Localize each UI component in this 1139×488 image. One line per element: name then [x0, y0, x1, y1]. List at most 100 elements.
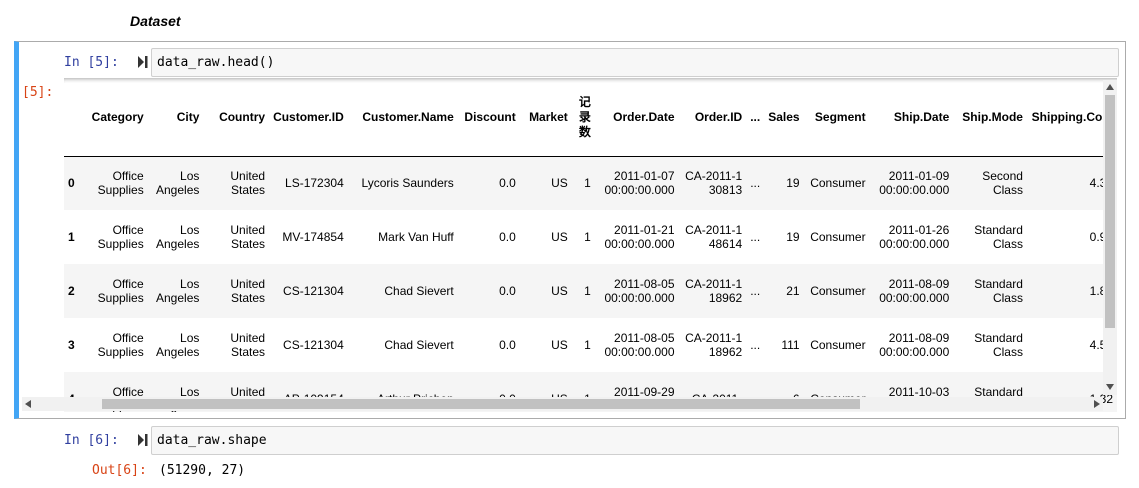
- row-index: 0: [68, 176, 75, 191]
- table-cell: Los Angeles: [156, 223, 200, 251]
- table-cell: 0.0: [499, 284, 516, 298]
- table-cell: CA-2011-148614: [685, 223, 743, 251]
- table-cell: ...: [750, 338, 761, 352]
- table-cell: 1: [584, 338, 591, 352]
- output-prompt-6: Out[6]:: [92, 463, 147, 478]
- output-prompt-5: [5]:: [22, 85, 54, 100]
- table-row: 3 Office Supplies Los Angeles United States…: [64, 318, 1117, 372]
- dataframe-output[interactable]: Category City Country Customer.ID Customer.N…: [64, 80, 1117, 412]
- table-cell: United States: [230, 223, 266, 251]
- table-cell: Office Supplies: [97, 169, 144, 198]
- table-cell: 19: [786, 176, 800, 191]
- table-cell: United States: [230, 169, 266, 198]
- table-cell: 2011-01-21 00:00:00.000: [604, 223, 675, 251]
- column-header: Customer.ID: [269, 80, 348, 157]
- table-row: 0 Office Supplies Los Angeles United States…: [64, 156, 1117, 210]
- table-cell: MV-174854: [282, 230, 344, 244]
- table-cell: US: [551, 230, 568, 244]
- table-cell: 2011-01-26 00:00:00.000: [879, 223, 950, 251]
- table-row: 2 Office Supplies Los Angeles United States…: [64, 264, 1117, 318]
- table-cell: 1: [584, 230, 591, 244]
- horizontal-scrollbar[interactable]: [22, 397, 1103, 411]
- vertical-scrollbar[interactable]: [1103, 80, 1117, 395]
- table-cell: 2011-01-09 00:00:00.000: [879, 169, 950, 198]
- table-cell: 2011-08-05 00:00:00.000: [604, 331, 675, 359]
- table-cell: 2011-01-07 00:00:00.000: [604, 169, 675, 198]
- scroll-left-icon[interactable]: [25, 400, 31, 408]
- column-header: Sales: [764, 80, 804, 157]
- scroll-up-icon[interactable]: [1106, 84, 1114, 90]
- table-cell: Standard Class: [974, 223, 1023, 251]
- table-cell: Consumer: [810, 338, 866, 352]
- vertical-scroll-thumb[interactable]: [1105, 95, 1115, 328]
- input-prompt-6: In [6]:: [64, 433, 119, 448]
- row-index: 2: [68, 284, 75, 298]
- column-header: Ship.Date: [869, 80, 954, 157]
- run-cell-icon[interactable]: [137, 55, 149, 69]
- table-row: 1 Office Supplies Los Angeles United States…: [64, 210, 1117, 264]
- table-cell: 0.0: [499, 176, 516, 191]
- table-cell: Consumer: [810, 230, 866, 244]
- table-cell: United States: [230, 331, 266, 359]
- run-cell-icon[interactable]: [137, 433, 149, 447]
- column-header: Ship.Mode: [953, 80, 1027, 157]
- code-input-shape[interactable]: data_raw.shape: [151, 426, 1119, 455]
- column-header: Segment: [803, 80, 870, 157]
- table-cell: Consumer: [810, 176, 866, 191]
- table-cell: 2011-08-09 00:00:00.000: [879, 277, 950, 305]
- table-cell: ...: [750, 176, 761, 191]
- table-cell: 2011-08-09 00:00:00.000: [879, 331, 950, 359]
- column-header: Category: [84, 80, 148, 157]
- markdown-heading: Dataset: [130, 13, 181, 29]
- table-cell: US: [551, 284, 568, 298]
- table-cell: Consumer: [810, 284, 866, 298]
- dataframe-table: Category City Country Customer.ID Customer.N…: [64, 80, 1117, 412]
- row-index: 1: [68, 230, 75, 244]
- table-cell: 19: [786, 230, 800, 244]
- shape-output: (51290, 27): [159, 463, 246, 478]
- table-cell: 1: [584, 176, 591, 191]
- table-cell: 0.0: [499, 230, 516, 244]
- table-cell: US: [551, 176, 568, 191]
- table-cell: Lycoris Saunders: [361, 176, 454, 191]
- code-input-head[interactable]: data_raw.head(): [151, 48, 1119, 77]
- column-header: 记录数: [571, 80, 595, 157]
- column-header: ...: [746, 80, 765, 157]
- row-index: 3: [68, 338, 75, 352]
- table-cell: CS-121304: [283, 338, 344, 352]
- table-cell: Chad Sievert: [384, 338, 454, 352]
- scroll-shadow: [64, 78, 1117, 83]
- column-header: Customer.Name: [347, 80, 458, 157]
- table-cell: 21: [786, 284, 800, 298]
- table-cell: Office Supplies: [97, 223, 144, 251]
- table-cell: Office Supplies: [97, 331, 144, 359]
- table-cell: CA-2011-118962: [685, 277, 743, 305]
- column-header: Order.Date: [594, 80, 679, 157]
- table-cell: Los Angeles: [156, 331, 200, 359]
- scroll-down-icon[interactable]: [1106, 384, 1114, 390]
- table-cell: LS-172304: [285, 176, 344, 191]
- table-cell: 1: [584, 284, 591, 298]
- column-header: Order.ID: [678, 80, 747, 157]
- table-cell: Los Angeles: [156, 277, 200, 305]
- table-cell: CA-2011-130813: [685, 169, 743, 198]
- input-prompt-5: In [5]:: [64, 55, 119, 70]
- table-cell: US: [551, 338, 568, 352]
- table-cell: Standard Class: [974, 277, 1023, 305]
- table-cell: Mark Van Huff: [378, 230, 454, 244]
- table-cell: 111: [781, 338, 800, 352]
- column-header: Country: [203, 80, 270, 157]
- table-cell: Standard Class: [974, 331, 1023, 359]
- table-cell: CS-121304: [283, 284, 344, 298]
- table-cell: Office Supplies: [97, 277, 144, 305]
- table-cell: Chad Sievert: [384, 284, 454, 298]
- table-cell: ...: [750, 230, 761, 244]
- table-cell: Second Class: [982, 169, 1023, 198]
- column-header: City: [147, 80, 204, 157]
- table-cell: United States: [230, 277, 266, 305]
- scroll-right-icon[interactable]: [1094, 400, 1100, 408]
- table-cell: ...: [750, 284, 761, 298]
- column-header: Discount: [457, 80, 520, 157]
- table-cell: 2011-08-05 00:00:00.000: [604, 277, 675, 305]
- horizontal-scroll-thumb[interactable]: [102, 399, 860, 409]
